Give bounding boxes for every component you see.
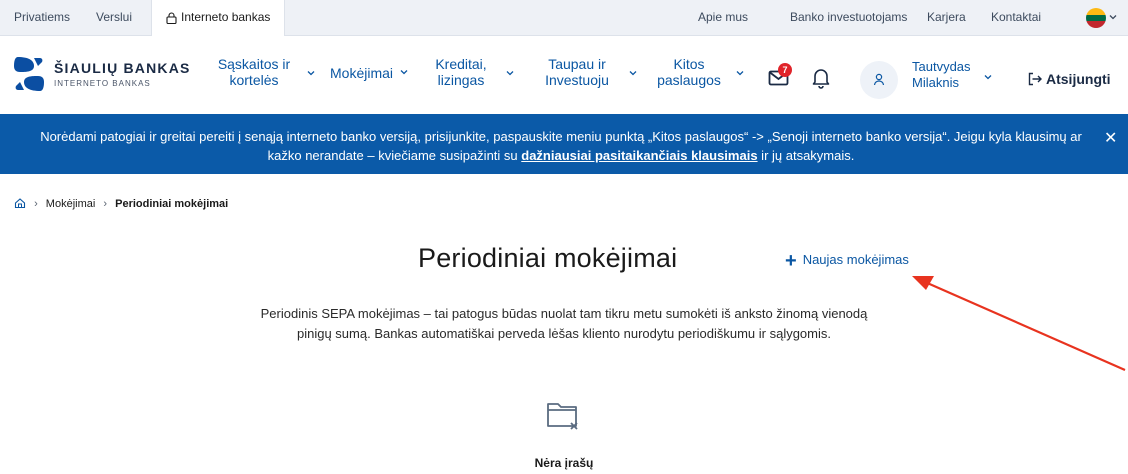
annotation-arrow (912, 276, 1126, 372)
